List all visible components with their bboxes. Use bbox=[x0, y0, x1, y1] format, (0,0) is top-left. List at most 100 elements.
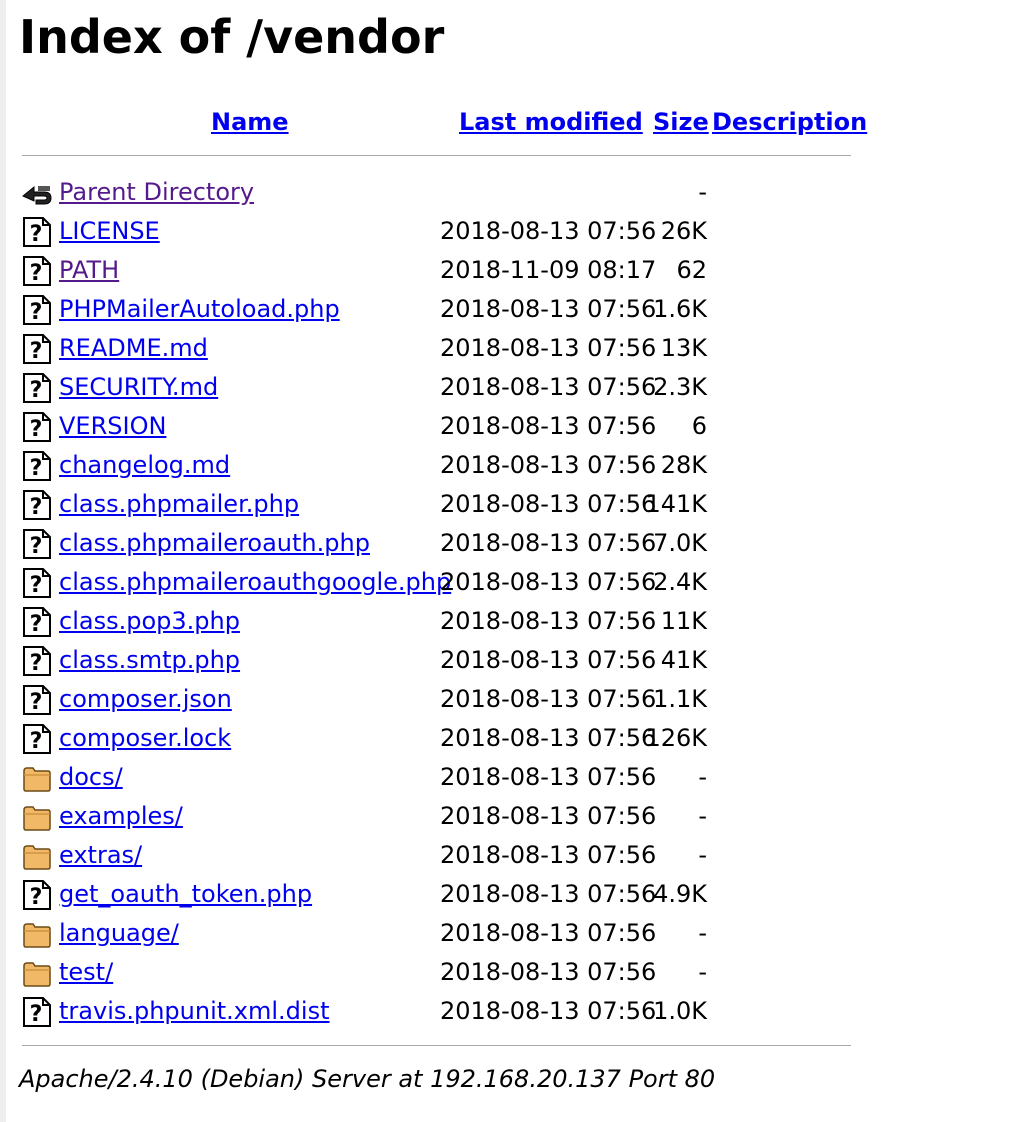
folder-icon bbox=[22, 841, 52, 871]
file-link[interactable]: class.phpmailer.php bbox=[59, 485, 299, 524]
svg-text:?: ? bbox=[30, 300, 43, 325]
sort-by-last-modified-link[interactable]: Last modified bbox=[459, 105, 643, 139]
file-link[interactable]: class.pop3.php bbox=[59, 602, 240, 641]
size-cell: 62 bbox=[676, 256, 707, 284]
file-link[interactable]: class.phpmaileroauthgoogle.php bbox=[59, 563, 451, 602]
table-row: ? README.md 2018-08-13 07:56 13K bbox=[0, 329, 1009, 368]
unknown-file-icon: ? bbox=[22, 295, 52, 325]
folder-icon bbox=[22, 763, 52, 793]
table-row: Parent Directory - bbox=[0, 173, 1009, 212]
file-link[interactable]: PHPMailerAutoload.php bbox=[59, 290, 340, 329]
size-cell: - bbox=[698, 763, 707, 791]
svg-text:?: ? bbox=[30, 339, 43, 364]
file-link[interactable]: composer.json bbox=[59, 680, 232, 719]
sort-by-description-link[interactable]: Description bbox=[712, 105, 867, 139]
size-cell: 41K bbox=[660, 646, 707, 674]
file-link[interactable]: LICENSE bbox=[59, 212, 160, 251]
file-link[interactable]: composer.lock bbox=[59, 719, 231, 758]
unknown-file-icon: ? bbox=[22, 724, 52, 754]
last-modified-cell: 2018-08-13 07:56 bbox=[440, 919, 657, 947]
size-cell: 7.0K bbox=[653, 529, 707, 557]
file-link[interactable]: README.md bbox=[59, 329, 208, 368]
svg-text:?: ? bbox=[30, 729, 43, 754]
file-link[interactable]: language/ bbox=[59, 914, 179, 953]
svg-text:?: ? bbox=[30, 222, 43, 247]
table-row: ? class.phpmailer.php 2018-08-13 07:56 141K bbox=[0, 485, 1009, 524]
folder-icon bbox=[22, 919, 52, 949]
table-row: extras/2018-08-13 07:56 - bbox=[0, 836, 1009, 875]
folder-icon bbox=[22, 958, 52, 988]
table-row: ? class.pop3.php 2018-08-13 07:56 11K bbox=[0, 602, 1009, 641]
table-row: ? class.phpmaileroauthgoogle.php 2018-08-1… bbox=[0, 563, 1009, 602]
last-modified-cell: 2018-08-13 07:56 bbox=[440, 490, 657, 518]
file-link[interactable]: travis.phpunit.xml.dist bbox=[59, 992, 330, 1031]
size-cell: 1.0K bbox=[653, 997, 707, 1025]
folder-icon bbox=[22, 802, 52, 832]
svg-text:?: ? bbox=[30, 534, 43, 559]
last-modified-cell: 2018-08-13 07:56 bbox=[440, 802, 657, 830]
size-cell: - bbox=[698, 802, 707, 830]
unknown-file-icon: ? bbox=[22, 412, 52, 442]
last-modified-cell: 2018-08-13 07:56 bbox=[440, 529, 657, 557]
table-row: ? travis.phpunit.xml.dist 2018-08-13 07:56… bbox=[0, 992, 1009, 1031]
last-modified-cell: 2018-08-13 07:56 bbox=[440, 841, 657, 869]
table-row: examples/2018-08-13 07:56 - bbox=[0, 797, 1009, 836]
last-modified-cell: 2018-08-13 07:56 bbox=[440, 685, 657, 713]
svg-text:?: ? bbox=[30, 573, 43, 598]
table-row: ? composer.json 2018-08-13 07:56 1.1K bbox=[0, 680, 1009, 719]
size-cell: 26K bbox=[660, 217, 707, 245]
size-cell: 11K bbox=[660, 607, 707, 635]
file-link[interactable]: class.smtp.php bbox=[59, 641, 240, 680]
table-row: ? get_oauth_token.php 2018-08-13 07:56 4.9K bbox=[0, 875, 1009, 914]
size-cell: 28K bbox=[660, 451, 707, 479]
last-modified-cell: 2018-08-13 07:56 bbox=[440, 763, 657, 791]
size-cell: 126K bbox=[645, 724, 707, 752]
size-cell: - bbox=[698, 178, 707, 206]
unknown-file-icon: ? bbox=[22, 256, 52, 286]
sort-by-size-link[interactable]: Size bbox=[653, 105, 709, 139]
svg-text:?: ? bbox=[30, 612, 43, 637]
unknown-file-icon: ? bbox=[22, 490, 52, 520]
table-row: ? SECURITY.md 2018-08-13 07:56 2.3K bbox=[0, 368, 1009, 407]
file-link[interactable]: test/ bbox=[59, 953, 113, 992]
size-cell: 6 bbox=[691, 412, 707, 440]
file-link[interactable]: changelog.md bbox=[59, 446, 230, 485]
size-cell: 141K bbox=[645, 490, 707, 518]
file-listing: Parent Directory -? LICENSE 2018-08-13 07:5… bbox=[0, 173, 1009, 1031]
unknown-file-icon: ? bbox=[22, 373, 52, 403]
file-link[interactable]: SECURITY.md bbox=[59, 368, 218, 407]
unknown-file-icon: ? bbox=[22, 685, 52, 715]
last-modified-cell: 2018-08-13 07:56 bbox=[440, 373, 657, 401]
last-modified-cell: 2018-11-09 08:17 bbox=[440, 256, 657, 284]
svg-text:?: ? bbox=[30, 261, 43, 286]
unknown-file-icon: ? bbox=[22, 217, 52, 247]
file-link[interactable]: docs/ bbox=[59, 758, 123, 797]
header-divider bbox=[22, 155, 851, 156]
unknown-file-icon: ? bbox=[22, 334, 52, 364]
unknown-file-icon: ? bbox=[22, 529, 52, 559]
table-row: ? PHPMailerAutoload.php 2018-08-13 07:56 1.… bbox=[0, 290, 1009, 329]
last-modified-cell: 2018-08-13 07:56 bbox=[440, 334, 657, 362]
file-link[interactable]: examples/ bbox=[59, 797, 183, 836]
table-row: test/2018-08-13 07:56 - bbox=[0, 953, 1009, 992]
unknown-file-icon: ? bbox=[22, 646, 52, 676]
table-row: ? class.phpmaileroauth.php 2018-08-13 07:5… bbox=[0, 524, 1009, 563]
footer-divider bbox=[22, 1045, 851, 1046]
file-link[interactable]: PATH bbox=[59, 251, 119, 290]
sort-by-name-link[interactable]: Name bbox=[211, 105, 289, 139]
table-row: docs/2018-08-13 07:56 - bbox=[0, 758, 1009, 797]
file-link[interactable]: extras/ bbox=[59, 836, 142, 875]
size-cell: - bbox=[698, 919, 707, 947]
svg-text:?: ? bbox=[30, 456, 43, 481]
parent-directory-link[interactable]: Parent Directory bbox=[59, 173, 254, 212]
table-row: ? class.smtp.php 2018-08-13 07:56 41K bbox=[0, 641, 1009, 680]
table-row: ? changelog.md 2018-08-13 07:56 28K bbox=[0, 446, 1009, 485]
size-cell: 2.4K bbox=[653, 568, 707, 596]
file-link[interactable]: class.phpmaileroauth.php bbox=[59, 524, 370, 563]
file-link[interactable]: get_oauth_token.php bbox=[59, 875, 312, 914]
last-modified-cell: 2018-08-13 07:56 bbox=[440, 412, 657, 440]
file-link[interactable]: VERSION bbox=[59, 407, 166, 446]
table-row: ? VERSION 2018-08-13 07:56 6 bbox=[0, 407, 1009, 446]
last-modified-cell: 2018-08-13 07:56 bbox=[440, 997, 657, 1025]
last-modified-cell: 2018-08-13 07:56 bbox=[440, 607, 657, 635]
